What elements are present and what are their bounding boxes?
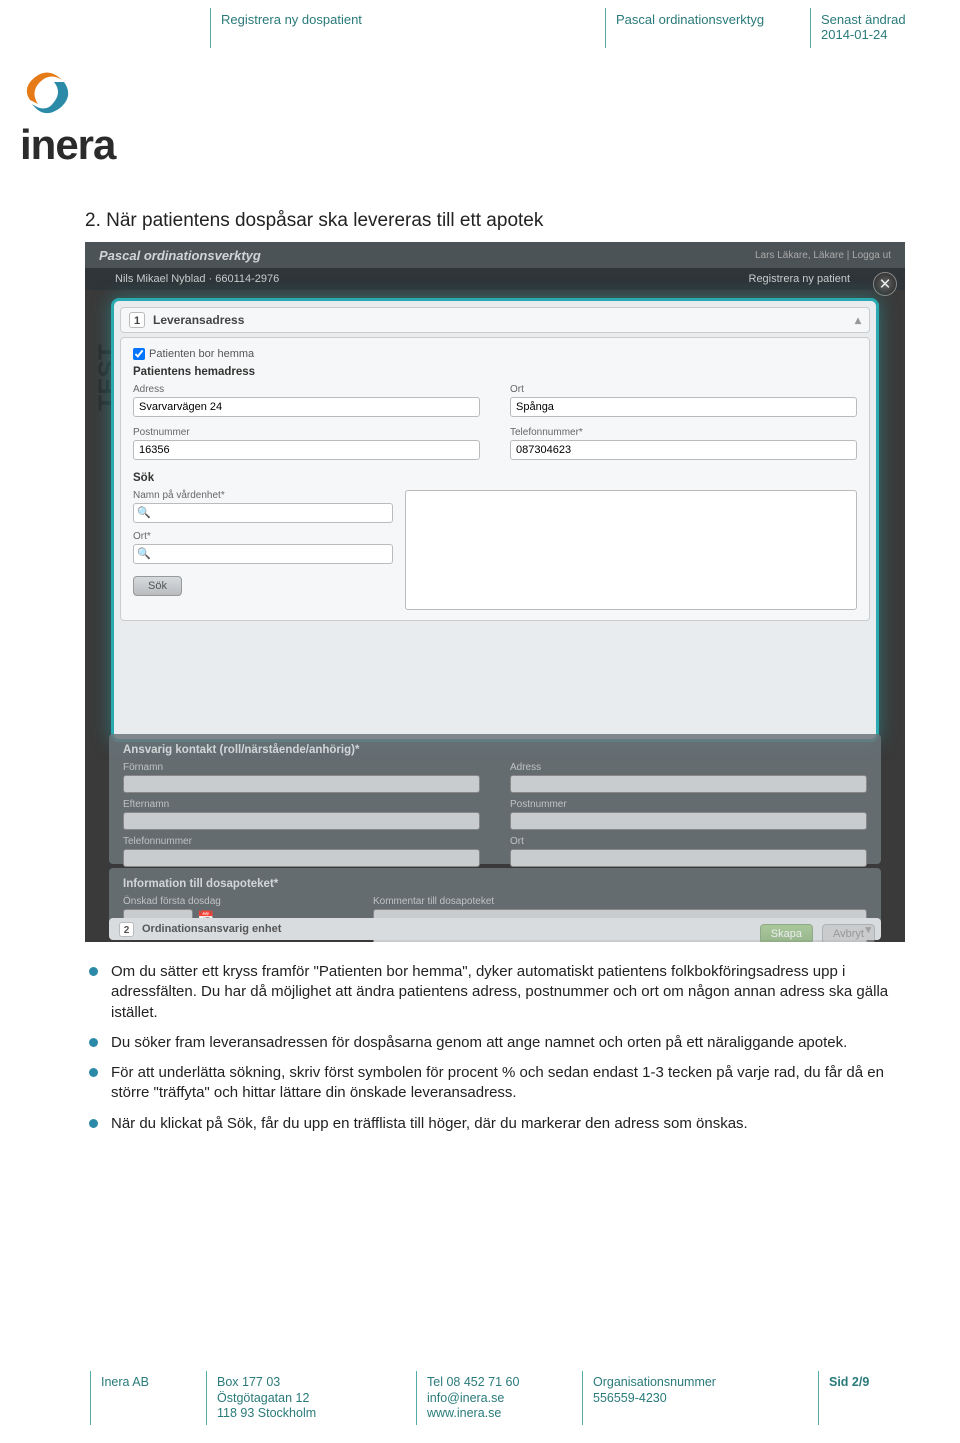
footer-orgnr: Organisationsnummer 556559-4230 (582, 1371, 818, 1425)
contact-tel-label: Telefonnummer (123, 836, 480, 847)
step1-title: Leveransadress (153, 313, 244, 327)
bullet-item: När du klickat på Sök, får du upp en trä… (85, 1114, 900, 1134)
register-patient-label: Registrera ny patient (749, 273, 851, 285)
tel-label: Telefonnummer* (510, 427, 857, 438)
step1-body: Patienten bor hemma Patientens hemadress… (120, 337, 870, 621)
header-col-date: Senast ändrad 2014-01-24 (810, 8, 950, 48)
bullet-item: Om du sätter ett kryss framför "Patiente… (85, 962, 900, 1023)
tel-input[interactable] (510, 440, 857, 460)
patient-home-checkbox[interactable] (133, 348, 145, 360)
close-icon[interactable]: ✕ (873, 272, 897, 296)
footer-page: Sid 2/9 (818, 1371, 948, 1425)
bullet-item: För att underlätta sökning, skriv först … (85, 1063, 900, 1104)
kommentar-label: Kommentar till dosapoteket (373, 896, 867, 907)
search-namn-label: Namn på vårdenhet* (133, 490, 393, 501)
footer-company: Inera AB (90, 1371, 206, 1425)
logo-text: inera (20, 121, 115, 169)
search-results-list[interactable] (405, 490, 857, 610)
contact-postnr-input (510, 812, 867, 830)
contact-adress-input (510, 775, 867, 793)
search-ort-label: Ort* (133, 531, 393, 542)
header-col-title: Registrera ny dospatient (210, 8, 605, 48)
adress-label: Adress (133, 384, 480, 395)
contact-title: Ansvarig kontakt (roll/närstående/anhöri… (123, 744, 867, 756)
search-icon: 🔍 (137, 547, 151, 560)
contact-section-dimmed: Ansvarig kontakt (roll/närstående/anhöri… (109, 734, 881, 864)
ort-input[interactable] (510, 397, 857, 417)
doc-footer: Inera AB Box 177 03 Östgötagatan 12 118 … (0, 1371, 960, 1425)
home-address-title: Patientens hemadress (133, 366, 857, 378)
footer-address: Box 177 03 Östgötagatan 12 118 93 Stockh… (206, 1371, 416, 1425)
fornamn-label: Förnamn (123, 762, 480, 773)
efternamn-label: Efternamn (123, 799, 480, 810)
step1-header[interactable]: 1 Leveransadress ▴ (120, 307, 870, 333)
header-col-product: Pascal ordinationsverktyg (605, 8, 810, 48)
contact-ort-label: Ort (510, 836, 867, 847)
header-changed-label: Senast ändrad (821, 12, 940, 27)
screenshot-pascal: Pascal ordinationsverktyg Lars Läkare, L… (85, 242, 905, 942)
step1-number: 1 (129, 312, 145, 328)
header-changed-date: 2014-01-24 (821, 27, 940, 42)
contact-ort-input (510, 849, 867, 867)
patient-name-pnr: Nils Mikael Nyblad · 660114-2976 (115, 273, 279, 285)
register-modal: 1 Leveransadress ▴ Patienten bor hemma P… (111, 298, 879, 742)
step2-title: Ordinationsansvarig enhet (142, 923, 281, 935)
ort-label: Ort (510, 384, 857, 395)
search-icon: 🔍 (137, 506, 151, 519)
app-brand: Pascal ordinationsverktyg (99, 248, 261, 263)
search-namn-input[interactable] (133, 503, 393, 523)
info-title: Information till dosapoteket* (123, 878, 867, 890)
contact-tel-input (123, 849, 480, 867)
search-title: Sök (133, 472, 857, 484)
contact-postnr-label: Postnummer (510, 799, 867, 810)
postnr-input[interactable] (133, 440, 480, 460)
app-patient-bar: Nils Mikael Nyblad · 660114-2976 Registr… (85, 268, 905, 290)
patient-home-label: Patienten bor hemma (149, 348, 254, 360)
onskad-label: Önskad första dosdag (123, 896, 343, 907)
postnr-label: Postnummer (133, 427, 480, 438)
app-titlebar: Pascal ordinationsverktyg Lars Läkare, L… (85, 242, 905, 268)
footer-contact: Tel 08 452 71 60 info@inera.se www.inera… (416, 1371, 582, 1425)
instruction-bullets: Om du sätter ett kryss framför "Patiente… (85, 962, 900, 1134)
section-heading: 2. När patientens dospåsar ska levereras… (85, 210, 900, 232)
chevron-up-icon: ▴ (855, 313, 861, 327)
app-user-info: Lars Läkare, Läkare | Logga ut (755, 250, 891, 261)
step2-number: 2 (119, 922, 134, 937)
efternamn-input (123, 812, 480, 830)
doc-header: Registrera ny dospatient Pascal ordinati… (0, 0, 960, 48)
logo: inera (20, 70, 115, 169)
bullet-item: Du söker fram leveransadressen för dospå… (85, 1033, 900, 1053)
main-content: 2. När patientens dospåsar ska levereras… (85, 210, 900, 1144)
avbryt-button[interactable]: Avbryt (822, 924, 875, 942)
adress-input[interactable] (133, 397, 480, 417)
fornamn-input (123, 775, 480, 793)
logo-swirl-icon (20, 70, 74, 116)
contact-adress-label: Adress (510, 762, 867, 773)
skapa-button[interactable]: Skapa (760, 924, 813, 942)
search-ort-input[interactable] (133, 544, 393, 564)
search-button[interactable]: Sök (133, 576, 182, 596)
